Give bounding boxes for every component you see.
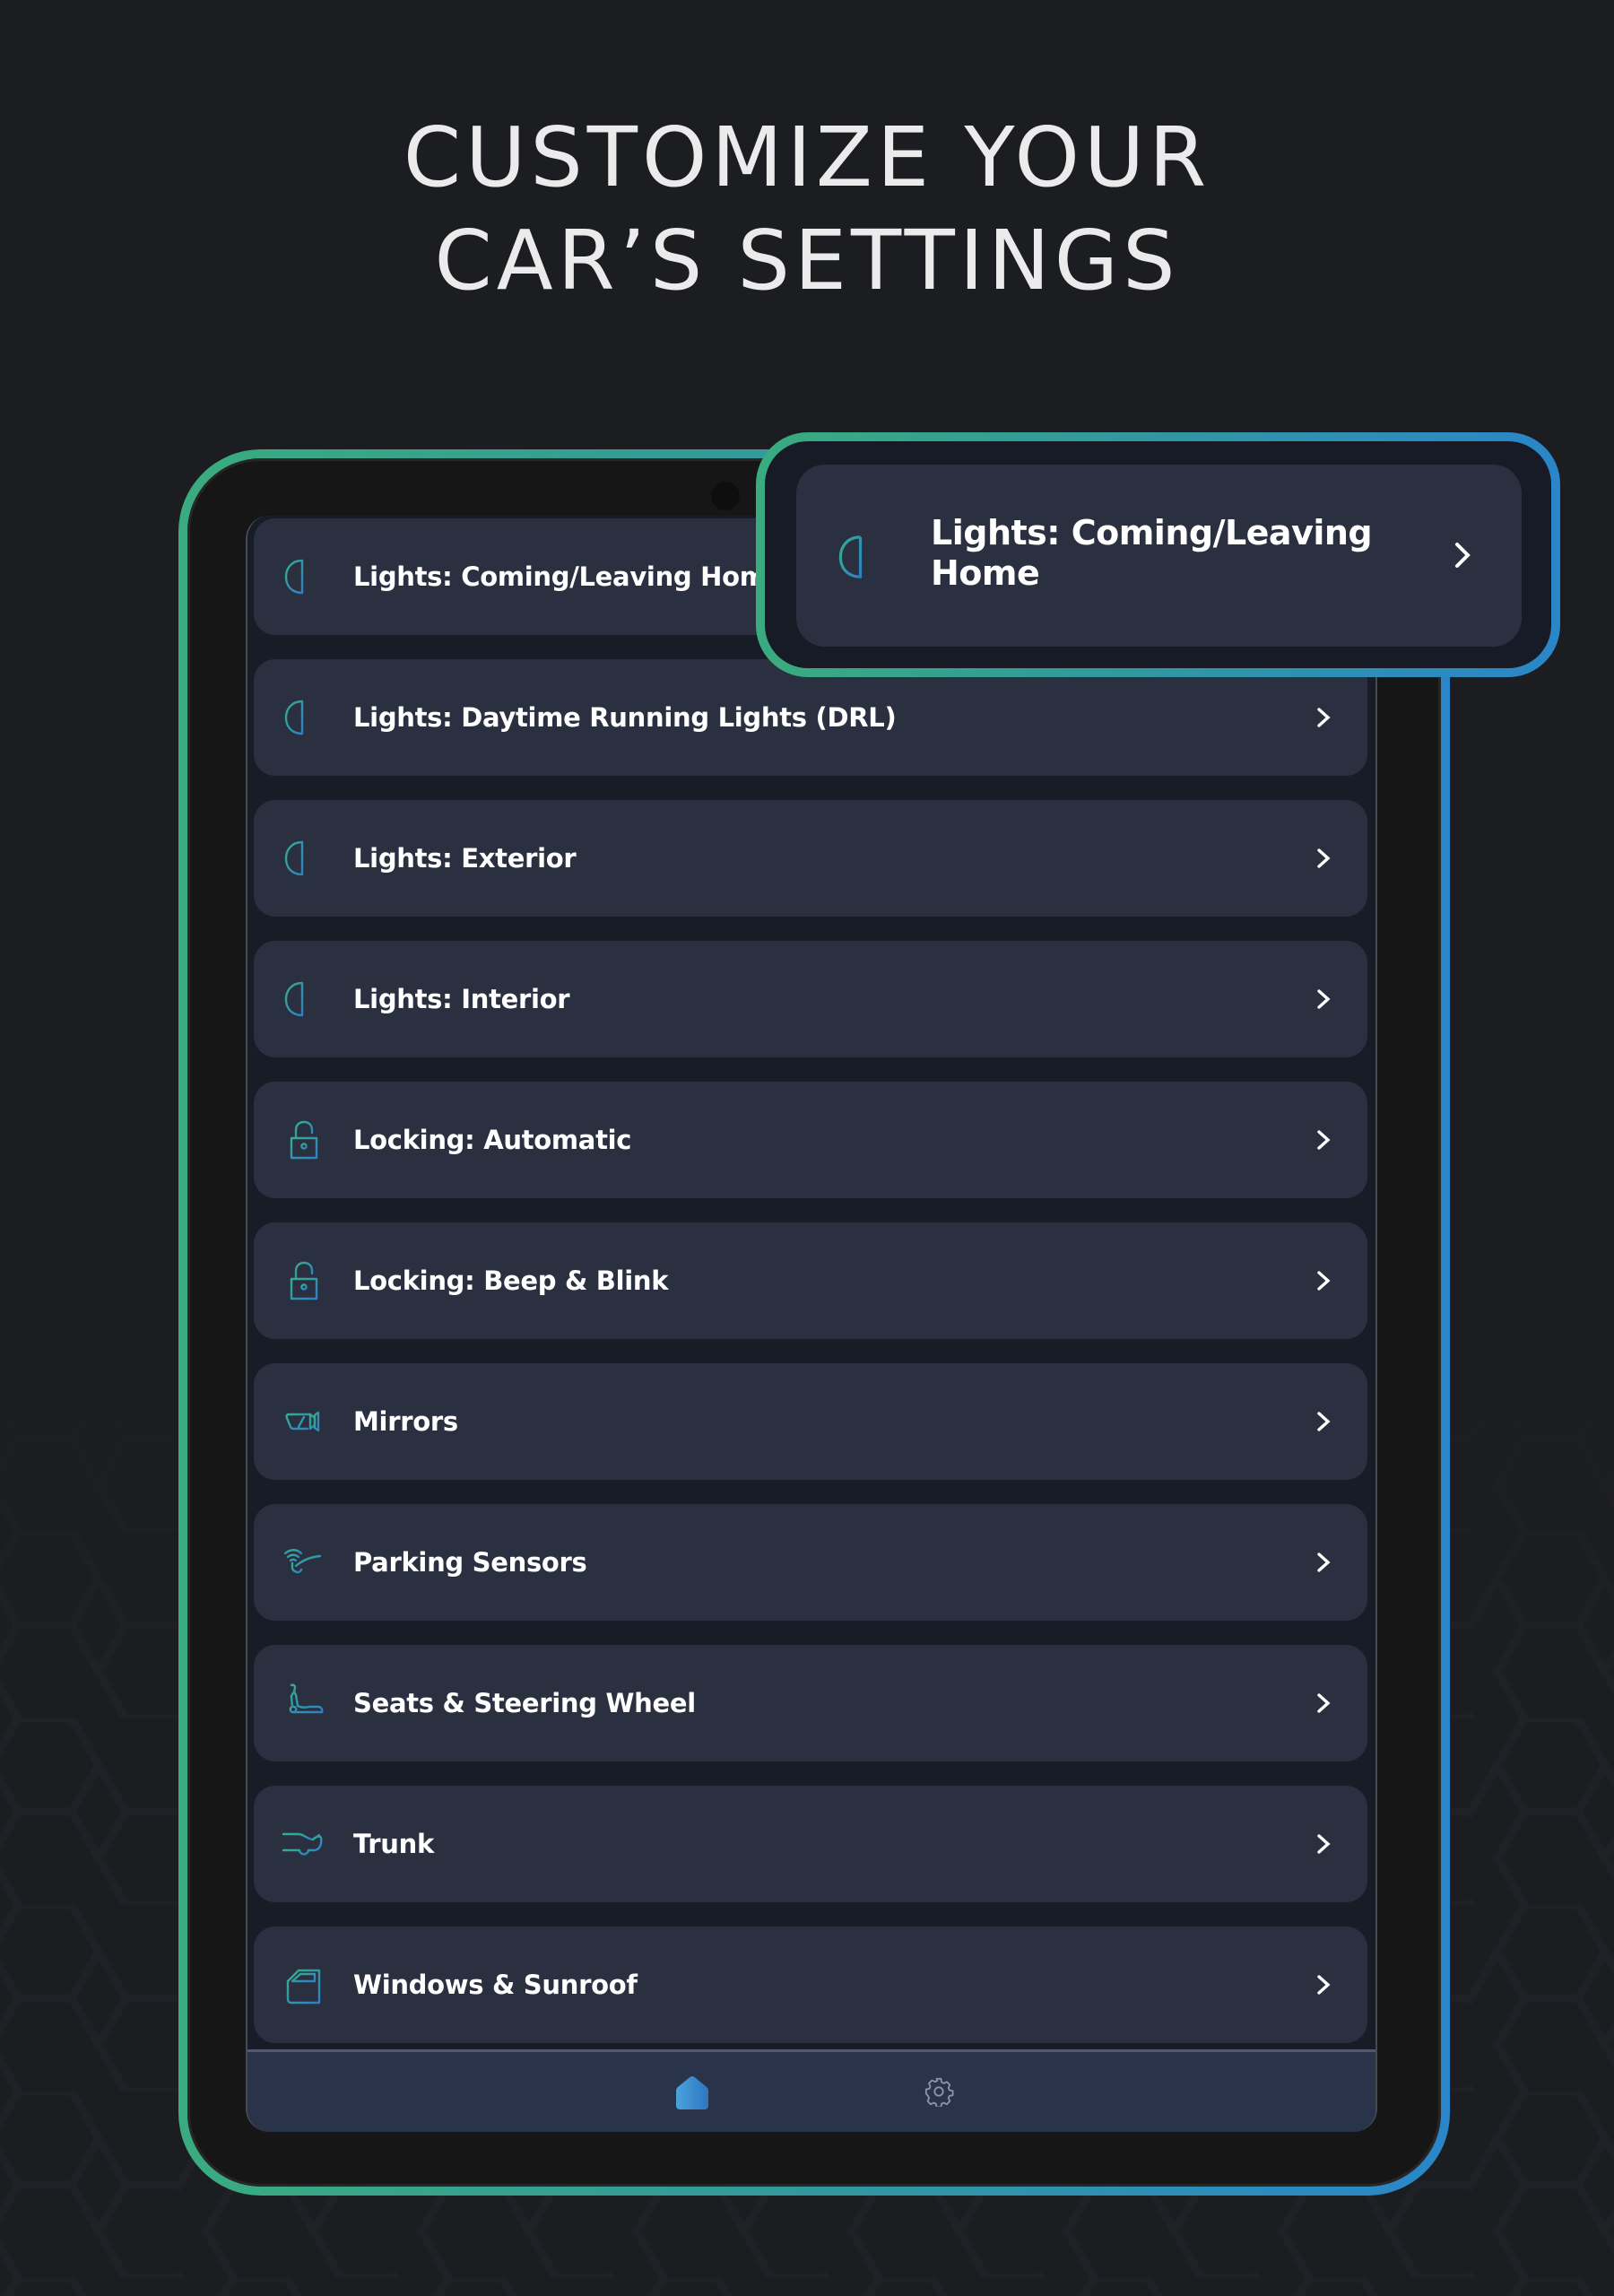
chevron-right-icon (1455, 543, 1471, 568)
car-door-window-icon (286, 1969, 321, 2005)
settings-list: Lights: Coming/Leaving Home Lights: Dayti… (254, 518, 1367, 2067)
settings-row-label: Seats & Steering Wheel (353, 1688, 696, 1718)
settings-row-label: Locking: Automatic (353, 1125, 632, 1155)
callout-setting-row[interactable]: Lights: Coming/Leaving Home (796, 465, 1522, 647)
chevron-right-icon (1317, 1552, 1331, 1572)
settings-row-label: Locking: Beep & Blink (353, 1265, 669, 1296)
mirror-icon (285, 1411, 320, 1432)
headlight-icon (284, 840, 322, 876)
padlock-icon (290, 1120, 318, 1160)
chevron-right-icon (1317, 1693, 1331, 1713)
settings-row-label: Lights: Coming/Leaving Home (353, 561, 785, 592)
tablet-screen: Lights: Coming/Leaving Home Lights: Dayti… (246, 516, 1377, 2132)
settings-row[interactable]: Seats & Steering Wheel (254, 1645, 1367, 1761)
settings-row-label: Mirrors (353, 1406, 458, 1437)
tablet-device-frame: Lights: Coming/Leaving Home Lights: Dayti… (178, 449, 1450, 2196)
chevron-right-icon (1317, 1130, 1331, 1150)
home-icon[interactable] (676, 2075, 708, 2109)
settings-row-label: Lights: Exterior (353, 843, 577, 874)
settings-row[interactable]: Mirrors (254, 1363, 1367, 1480)
settings-row-label: Parking Sensors (353, 1547, 587, 1578)
callout-inner: Lights: Coming/Leaving Home (765, 441, 1551, 668)
parking-sensor-icon (283, 1549, 322, 1574)
bottom-navigation-bar (247, 2049, 1375, 2132)
tablet-bezel: Lights: Coming/Leaving Home Lights: Dayti… (187, 458, 1441, 2187)
padlock-icon (290, 1261, 318, 1300)
settings-row-label: Windows & Sunroof (353, 1970, 638, 2000)
settings-row[interactable]: Lights: Interior (254, 941, 1367, 1057)
callout-setting-label: Lights: Coming/Leaving Home (931, 513, 1373, 593)
chevron-right-icon (1317, 989, 1331, 1009)
chevron-right-icon (1317, 1975, 1331, 1995)
headlight-icon (284, 559, 322, 595)
headline-line-2: CAR’S SETTINGS (434, 213, 1180, 309)
chevron-right-icon (1317, 848, 1331, 868)
settings-row-label: Lights: Daytime Running Lights (DRL) (353, 702, 897, 733)
headlight-icon (838, 535, 883, 578)
settings-row-label: Lights: Interior (353, 984, 570, 1014)
chevron-right-icon (1317, 1271, 1331, 1291)
gear-icon[interactable] (924, 2076, 954, 2107)
headlight-icon (284, 981, 322, 1017)
settings-row-label: Trunk (353, 1829, 434, 1859)
chevron-right-icon (1317, 1834, 1331, 1854)
headline-line-1: CUSTOMIZE YOUR (403, 109, 1211, 205)
headlight-icon (284, 700, 322, 735)
seat-icon (289, 1683, 324, 1714)
settings-row[interactable]: Trunk (254, 1786, 1367, 1902)
settings-row[interactable]: Windows & Sunroof (254, 1926, 1367, 2043)
highlight-callout: Lights: Coming/Leaving Home (756, 432, 1560, 677)
chevron-right-icon (1317, 1412, 1331, 1431)
settings-row[interactable]: Lights: Exterior (254, 800, 1367, 917)
settings-row[interactable]: Locking: Beep & Blink (254, 1222, 1367, 1339)
settings-row[interactable]: Locking: Automatic (254, 1082, 1367, 1198)
front-camera (711, 482, 740, 510)
page-headline: CUSTOMIZE YOUR CAR’S SETTINGS (0, 106, 1614, 312)
settings-row[interactable]: Parking Sensors (254, 1504, 1367, 1621)
trunk-icon (282, 1832, 323, 1856)
chevron-right-icon (1317, 708, 1331, 727)
